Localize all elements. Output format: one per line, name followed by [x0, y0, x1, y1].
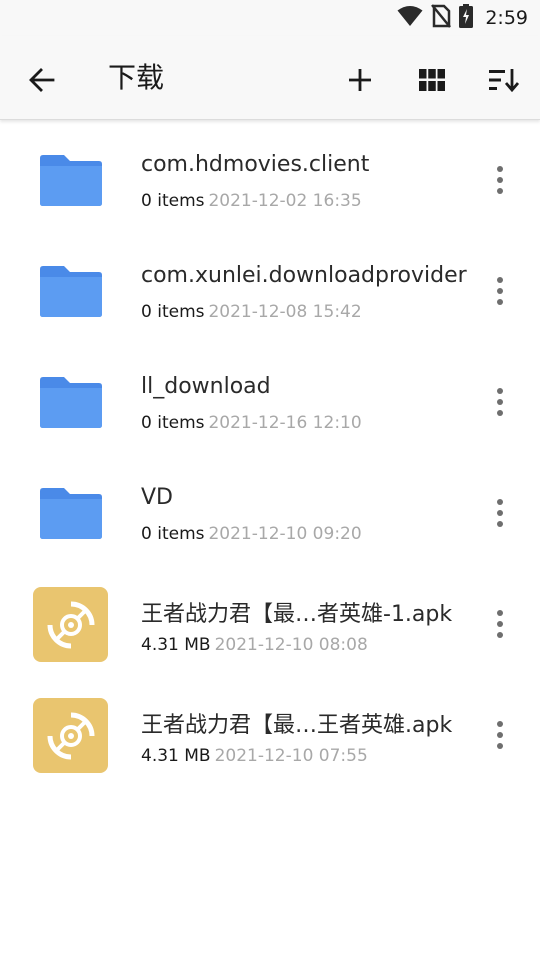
file-row[interactable]: 王者战力君【最…王者英雄.apk 4.31 MB 2021-12-10 07:55: [0, 679, 540, 790]
more-vert-dot: [497, 743, 503, 749]
add-icon: [349, 69, 371, 91]
app-bar: 下载: [0, 36, 540, 120]
more-vert-dot: [497, 510, 503, 516]
file-row[interactable]: 王者战力君【最…者英雄-1.apk 4.31 MB 2021-12-10 08:08: [0, 568, 540, 679]
file-date: 2021-12-02 16:35: [208, 191, 362, 211]
more-vert-dot: [497, 610, 503, 616]
file-info: 4.31 MB: [141, 635, 211, 655]
file-name: com.hdmovies.client: [141, 152, 370, 177]
app-tile: [33, 587, 108, 662]
folder-icon-wrap: [33, 365, 108, 440]
more-vert-dot: [497, 621, 503, 627]
file-meta: 0 items 2021-12-10 09:20: [141, 524, 362, 544]
file-info: 0 items: [141, 413, 205, 433]
file-row[interactable]: VD 0 items 2021-12-10 09:20: [0, 457, 540, 568]
file-meta: 0 items 2021-12-02 16:35: [141, 191, 362, 211]
file-info: 0 items: [141, 191, 205, 211]
more-options-button[interactable]: [484, 160, 516, 200]
more-vert-dot: [497, 732, 503, 738]
apk-icon-wrap: [33, 698, 108, 773]
page-title: 下载: [108, 61, 165, 94]
folder-icon-wrap: [33, 476, 108, 551]
sort-icon: [489, 69, 519, 92]
file-date: 2021-12-10 07:55: [214, 746, 368, 766]
grid-view-icon: [419, 69, 445, 91]
more-vert-dot: [497, 721, 503, 727]
more-vert-dot: [497, 188, 503, 194]
file-name: ll_download: [141, 374, 271, 399]
file-info: 4.31 MB: [141, 746, 211, 766]
file-row[interactable]: ll_download 0 items 2021-12-16 12:10: [0, 346, 540, 457]
file-date: 2021-12-08 15:42: [208, 302, 362, 322]
app-logo-icon: [47, 601, 94, 648]
folder-icon: [39, 265, 102, 317]
status-bar: 2:59: [0, 0, 540, 36]
more-vert-dot: [497, 632, 503, 638]
file-meta: 0 items 2021-12-08 15:42: [141, 302, 362, 322]
wifi-icon: [397, 5, 423, 31]
file-date: 2021-12-16 12:10: [208, 413, 362, 433]
file-date: 2021-12-10 09:20: [208, 524, 362, 544]
folder-icon: [39, 487, 102, 539]
file-list: com.hdmovies.client 0 items 2021-12-02 16:…: [0, 124, 540, 790]
file-name: 王者战力君【最…者英雄-1.apk: [141, 602, 453, 627]
file-row[interactable]: com.hdmovies.client 0 items 2021-12-02 16:…: [0, 124, 540, 235]
folder-icon-wrap: [33, 254, 108, 329]
battery-charging-icon: [459, 4, 474, 32]
more-vert-dot: [497, 499, 503, 505]
more-vert-dot: [497, 288, 503, 294]
app-logo-icon: [47, 712, 94, 759]
apk-icon-wrap: [33, 587, 108, 662]
file-date: 2021-12-10 08:08: [214, 635, 368, 655]
file-name: VD: [141, 485, 173, 510]
more-options-button[interactable]: [484, 271, 516, 311]
more-vert-dot: [497, 177, 503, 183]
more-vert-dot: [497, 410, 503, 416]
more-vert-dot: [497, 277, 503, 283]
add-button[interactable]: [338, 58, 382, 102]
grid-view-button[interactable]: [410, 58, 454, 102]
back-button[interactable]: [22, 60, 62, 100]
file-info: 0 items: [141, 302, 205, 322]
more-vert-dot: [497, 166, 503, 172]
more-options-button[interactable]: [484, 604, 516, 644]
no-sim-icon: [431, 4, 452, 32]
status-time: 2:59: [485, 7, 528, 29]
file-meta: 4.31 MB 2021-12-10 07:55: [141, 746, 368, 766]
more-options-button[interactable]: [484, 493, 516, 533]
more-options-button[interactable]: [484, 715, 516, 755]
file-info: 0 items: [141, 524, 205, 544]
sort-button[interactable]: [482, 58, 526, 102]
folder-icon-wrap: [33, 143, 108, 218]
folder-icon: [39, 376, 102, 428]
file-name: com.xunlei.downloadprovider: [141, 263, 467, 288]
app-tile: [33, 698, 108, 773]
more-vert-dot: [497, 388, 503, 394]
more-vert-dot: [497, 521, 503, 527]
file-row[interactable]: com.xunlei.downloadprovider 0 items 2021-1…: [0, 235, 540, 346]
status-icons: 2:59: [397, 4, 528, 32]
arrow-left-icon: [29, 68, 55, 92]
more-vert-dot: [497, 299, 503, 305]
more-options-button[interactable]: [484, 382, 516, 422]
file-meta: 0 items 2021-12-16 12:10: [141, 413, 362, 433]
folder-icon: [39, 154, 102, 206]
file-meta: 4.31 MB 2021-12-10 08:08: [141, 635, 368, 655]
file-name: 王者战力君【最…王者英雄.apk: [141, 713, 453, 738]
more-vert-dot: [497, 399, 503, 405]
